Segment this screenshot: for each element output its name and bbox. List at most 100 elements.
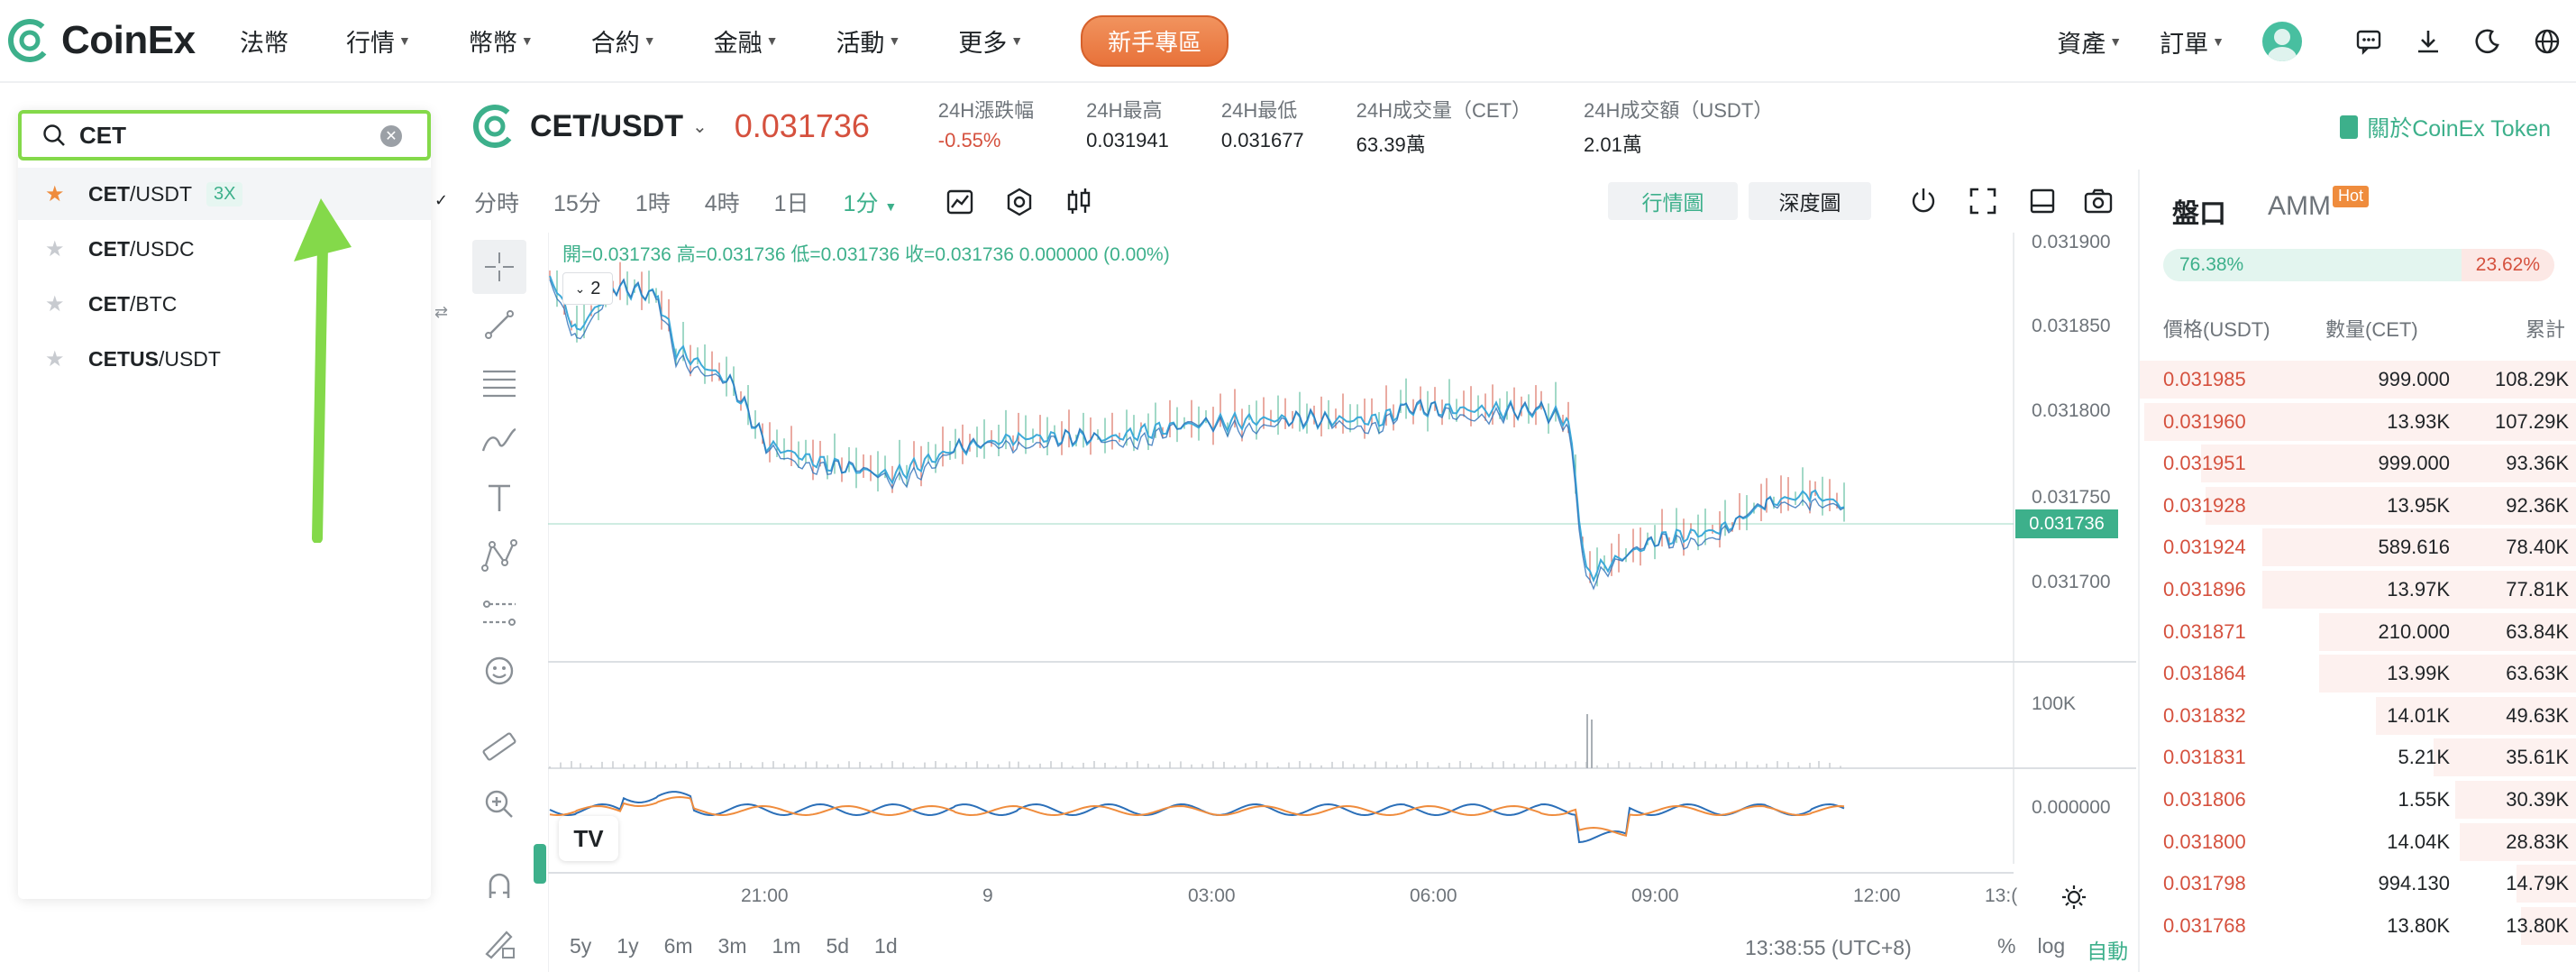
about-token-link[interactable]: 關於CoinEx Token [2340,111,2551,143]
search-result-item[interactable]: ★ CET/USDT 3X [18,168,431,220]
prediction-tool[interactable] [472,586,526,640]
log-scale-toggle[interactable]: log [2037,934,2065,965]
time-range-bar: 5y 1y 6m 3m 1m 5d 1d [570,934,923,958]
orders-menu[interactable]: 訂單 ▼ [2160,24,2224,60]
tab-order-book[interactable]: 盤口 [2172,191,2226,231]
ma-line [549,275,1845,583]
ruler-tool[interactable] [472,720,526,774]
ask-row[interactable]: 0.031960 13.93K 107.29K [2140,401,2576,443]
settings-icon[interactable] [1003,186,1036,218]
search-result-item[interactable]: ★ CET/USDC [18,223,431,275]
time-axis-tick: 09:00 [1631,885,1679,906]
assets-menu[interactable]: 資產 ▼ [2057,24,2122,60]
newbie-zone-button[interactable]: 新手專區 [1081,14,1229,67]
chevron-down-icon: ▼ [2212,34,2224,49]
timeframe-selected[interactable]: 1分 ▼ [844,186,898,218]
fib-tool[interactable] [472,355,526,409]
nav-item-5[interactable]: 活動 ▼ [836,23,900,59]
lock-drawings-tool[interactable] [472,916,526,970]
coinex-logo[interactable]: CoinEx [7,18,224,63]
percent-scale-toggle[interactable]: % [1997,934,2015,965]
tab-depth-chart[interactable]: 深度圖 [1749,182,1871,220]
pair-name[interactable]: CET/USDT [530,109,683,144]
emoji-tool[interactable] [472,644,526,698]
timeframe-option[interactable]: 4時 [705,186,740,218]
text-tool[interactable] [472,471,526,525]
star-icon[interactable]: ★ [45,236,67,262]
magnet-tool[interactable] [472,858,526,912]
brush-tool[interactable] [472,413,526,467]
search-input[interactable] [79,121,377,150]
nav-item-0[interactable]: 法幣 [240,23,288,59]
range-option[interactable]: 3m [718,934,747,958]
ask-row[interactable]: 0.031798 994.130 14.79K [2140,863,2576,904]
range-option[interactable]: 6m [664,934,693,958]
moon-icon[interactable] [2470,23,2506,60]
avatar[interactable] [2262,22,2302,61]
ask-row[interactable]: 0.031768 13.80K 13.80K [2140,905,2576,947]
ask-row[interactable]: 0.031951 999.000 93.36K [2140,443,2576,484]
swap-icon[interactable]: ⇄ [434,303,448,322]
ask-row[interactable]: 0.031924 589.616 78.40K [2140,527,2576,568]
panel-resize-handle[interactable] [534,844,546,884]
ask-total: 63.84K [2506,619,2569,643]
star-icon[interactable]: ★ [45,181,67,207]
user-menu: 資產 ▼ 訂單 ▼ [2057,0,2576,83]
nav-item-2[interactable]: 幣幣 ▼ [469,23,534,59]
globe-icon[interactable] [2529,23,2565,60]
ask-price: 0.031768 [2163,913,2246,937]
main-menu: 法幣 行情 ▼ 幣幣 ▼ 合約 ▼ 金融 ▼ 活動 ▼ 更多 ▼ [240,23,1081,59]
search-result-item[interactable]: ★ CET/BTC [18,278,431,330]
timeframe-option[interactable]: 1時 [635,186,671,218]
price-chart[interactable] [548,233,2136,972]
indicator-toggle-button[interactable]: ⌄ 2 [562,272,613,305]
ask-row[interactable]: 0.031831 5.21K 35.61K [2140,737,2576,778]
nav-item-3[interactable]: 合約 ▼ [591,23,656,59]
fullscreen-icon[interactable] [1967,185,1999,217]
indicator-count: 2 [590,278,601,298]
range-option[interactable]: 5y [570,934,591,958]
buy-sell-ratio: 76.38% 23.62% [2163,249,2554,281]
chevron-down-icon[interactable]: ⌄ [692,115,708,138]
range-option[interactable]: 5d [826,934,849,958]
tradingview-logo[interactable]: TV [559,816,618,861]
auto-scale-toggle[interactable]: 自動 [2087,934,2128,965]
nav-item-4[interactable]: 金融 ▼ [714,23,779,59]
tab-amm[interactable]: AMM [2268,191,2331,222]
ask-row[interactable]: 0.031871 210.000 63.84K [2140,611,2576,653]
star-icon[interactable]: ★ [45,291,67,317]
zoom-tool[interactable] [472,777,526,831]
search-result-item[interactable]: ★ CETUS/USDT [18,333,431,385]
nav-item-6[interactable]: 更多 ▼ [958,23,1023,59]
download-icon[interactable] [2410,23,2446,60]
clear-icon[interactable]: ✕ [380,125,402,147]
power-icon[interactable] [1907,185,1940,217]
ask-row[interactable]: 0.031896 13.97K 77.81K [2140,569,2576,610]
candle-type-icon[interactable] [1063,186,1095,218]
message-icon[interactable] [2351,23,2387,60]
timeframe-option[interactable]: 1日 [774,186,809,218]
tab-market-chart[interactable]: 行情圖 [1608,182,1738,220]
pattern-tool[interactable] [472,528,526,582]
ask-row[interactable]: 0.031864 13.99K 63.63K [2140,653,2576,694]
ask-row[interactable]: 0.031928 13.95K 92.36K [2140,485,2576,527]
ask-row[interactable]: 0.031985 999.000 108.29K [2140,359,2576,400]
ask-row[interactable]: 0.031806 1.55K 30.39K [2140,779,2576,821]
timeframe-option[interactable]: 15分 [553,186,601,218]
scale-options: % log 自動 [1976,934,2128,965]
crosshair-tool[interactable] [472,240,526,294]
range-option[interactable]: 1y [617,934,638,958]
cet-token-icon [473,105,516,148]
nav-item-1[interactable]: 行情 ▼ [346,23,411,59]
indicator-icon[interactable] [944,186,976,218]
ask-row[interactable]: 0.031832 14.01K 49.63K [2140,695,2576,737]
range-option[interactable]: 1m [772,934,801,958]
star-icon[interactable]: ★ [45,346,67,372]
trend-line-tool[interactable] [472,298,526,352]
range-option[interactable]: 1d [874,934,898,958]
camera-icon[interactable] [2082,185,2115,217]
ask-row[interactable]: 0.031800 14.04K 28.83K [2140,821,2576,863]
layout-icon[interactable] [2026,185,2059,217]
timeframe-option[interactable]: 分時 [474,186,519,218]
sun-icon[interactable] [2060,884,2087,911]
